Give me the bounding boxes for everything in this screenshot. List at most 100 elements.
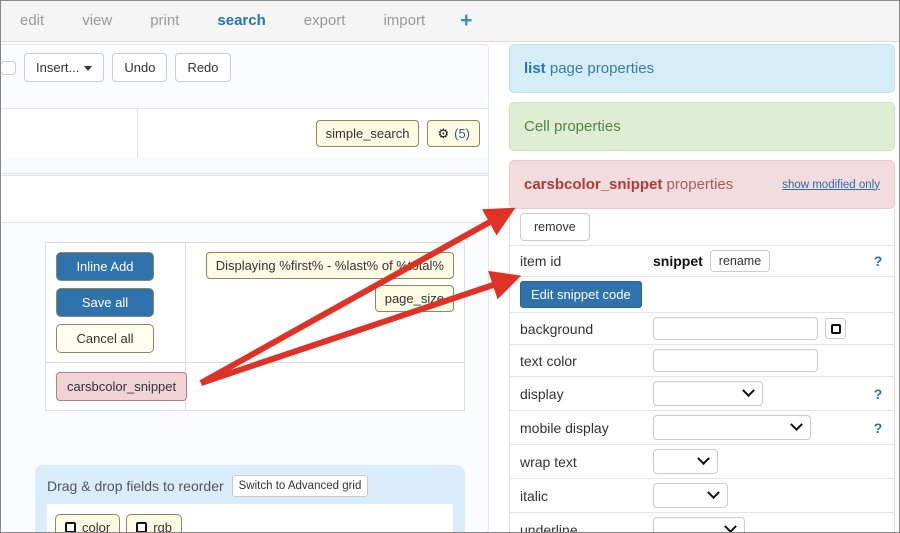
property-row-mobile-display: mobile display ? (510, 411, 894, 445)
text-color-label: text color (520, 353, 645, 369)
redo-button[interactable]: Redo (175, 53, 230, 82)
tab-search[interactable]: search (198, 1, 284, 41)
inline-add-button[interactable]: Inline Add (56, 252, 154, 281)
undo-button[interactable]: Undo (112, 53, 167, 82)
help-icon[interactable]: ? (872, 420, 884, 436)
help-icon[interactable]: ? (872, 386, 884, 402)
show-modified-only-link[interactable]: show modified only (782, 179, 880, 191)
tab-print[interactable]: print (131, 1, 198, 41)
switch-to-advanced-grid-button[interactable]: Switch to Advanced grid (232, 475, 369, 497)
tab-export[interactable]: export (285, 1, 365, 41)
remove-control: remove (520, 213, 884, 241)
tab-import[interactable]: import (364, 1, 444, 41)
drag-drop-fields-zone: Drag & drop fields to reorder Switch to … (35, 465, 465, 533)
wrap-text-control (653, 449, 864, 474)
background-label: background (520, 321, 645, 337)
property-row-underline: underline ? (510, 513, 894, 533)
chevron-down-icon (742, 384, 755, 397)
toolbar-overflow-button[interactable] (0, 61, 16, 75)
grid-cell-left[interactable] (0, 109, 138, 158)
property-row-background: background ? (510, 313, 894, 345)
chevron-down-icon (724, 520, 737, 533)
grid-empty-band[interactable] (0, 175, 488, 223)
widget-cell-snippet[interactable]: carsbcolor_snippet (46, 363, 186, 410)
mobile-display-label: mobile display (520, 420, 645, 436)
background-input[interactable] (653, 317, 818, 340)
italic-label: italic (520, 488, 645, 504)
carsbcolor-snippet-chip[interactable]: carsbcolor_snippet (56, 372, 187, 401)
cell-properties-header[interactable]: Cell properties (509, 102, 895, 151)
property-row-wrap-text: wrap text ? (510, 445, 894, 479)
color-swatch-icon (831, 324, 841, 334)
item-id-value: snippet (653, 253, 703, 269)
underline-label: underline (520, 522, 645, 533)
color-picker-icon[interactable] (825, 318, 846, 339)
chevron-down-icon (790, 418, 803, 431)
edit-snippet-code-control: Edit snippet code (520, 281, 884, 308)
property-row-remove: remove (510, 209, 894, 246)
tab-view[interactable]: view (63, 1, 131, 41)
widget-cell-buttons[interactable]: Inline Add Save all Cancel all (46, 243, 186, 362)
field-chip-color[interactable]: color (55, 514, 120, 533)
item-id-control: snippet rename (653, 250, 864, 272)
widget-cell-pagination[interactable]: Displaying %first% - %last% of %total% p… (186, 243, 464, 362)
background-control (653, 317, 864, 340)
remove-button[interactable]: remove (520, 213, 590, 241)
underline-select[interactable] (653, 517, 745, 533)
list-page-properties-title-bold: list (524, 60, 546, 77)
edit-snippet-code-button[interactable]: Edit snippet code (520, 281, 642, 308)
drag-drop-header: Drag & drop fields to reorder Switch to … (47, 475, 453, 497)
wrap-text-select[interactable] (653, 449, 718, 474)
wrap-text-label: wrap text (520, 454, 645, 470)
field-chip-label: color (82, 520, 110, 533)
field-chip-container: color rgb (47, 504, 453, 533)
tab-edit[interactable]: edit (1, 1, 63, 41)
chevron-down-icon (84, 66, 92, 71)
gear-count-label: (5) (454, 126, 470, 141)
italic-select[interactable] (653, 483, 728, 508)
underline-control (653, 517, 864, 533)
snippet-properties-title: carsbcolor_snippet properties (524, 176, 733, 193)
help-icon[interactable]: ? (872, 253, 884, 269)
text-color-control (653, 349, 864, 372)
simple-search-chip[interactable]: simple_search (316, 120, 420, 147)
app-window: edit view print search export import + I… (0, 0, 900, 533)
property-row-display: display ? (510, 377, 894, 411)
property-row-text-color: text color ? (510, 345, 894, 377)
text-color-input[interactable] (653, 349, 818, 372)
save-all-button[interactable]: Save all (56, 288, 154, 317)
insert-dropdown-button[interactable]: Insert... (24, 53, 104, 82)
field-chip-rgb[interactable]: rgb (126, 514, 182, 533)
grid-cell-right[interactable]: simple_search ⚙ (5) (138, 109, 488, 158)
cancel-all-button[interactable]: Cancel all (56, 324, 154, 353)
table-row: simple_search ⚙ (5) (0, 108, 488, 159)
drag-drop-label: Drag & drop fields to reorder (47, 478, 224, 494)
field-chip-label: rgb (153, 520, 172, 533)
displaying-counter-chip[interactable]: Displaying %first% - %last% of %total% (206, 252, 454, 279)
search-grid-table: simple_search ⚙ (5) (0, 108, 488, 159)
snippet-properties-title-rest: properties (662, 176, 733, 193)
top-tab-bar: edit view print search export import + (1, 1, 900, 42)
table-row: carsbcolor_snippet (46, 362, 464, 410)
add-tab-button[interactable]: + (444, 3, 488, 39)
list-page-properties-title-rest: page properties (546, 60, 654, 77)
display-select[interactable] (653, 381, 763, 406)
mobile-display-select[interactable] (653, 415, 811, 440)
property-row-italic: italic ? (510, 479, 894, 513)
square-handle-icon (65, 522, 76, 533)
property-row-item-id: item id snippet rename ? (510, 246, 894, 277)
grid-settings-chip[interactable]: ⚙ (5) (427, 120, 480, 147)
snippet-properties-table: remove item id snippet rename ? Edit sni… (509, 209, 895, 533)
display-control (653, 381, 864, 406)
italic-control (653, 483, 864, 508)
page-size-chip[interactable]: page_size (375, 285, 454, 312)
widget-cell-empty[interactable] (186, 363, 464, 410)
widget-layout-table: Inline Add Save all Cancel all Displayin… (45, 242, 465, 411)
square-handle-icon (136, 522, 147, 533)
snippet-properties-header[interactable]: carsbcolor_snippet properties show modif… (509, 160, 895, 209)
rename-button[interactable]: rename (710, 250, 770, 272)
chevron-down-icon (707, 486, 720, 499)
display-label: display (520, 386, 645, 402)
list-page-properties-header[interactable]: list page properties (509, 44, 895, 93)
editor-toolbar: Insert... Undo Redo (0, 45, 488, 90)
